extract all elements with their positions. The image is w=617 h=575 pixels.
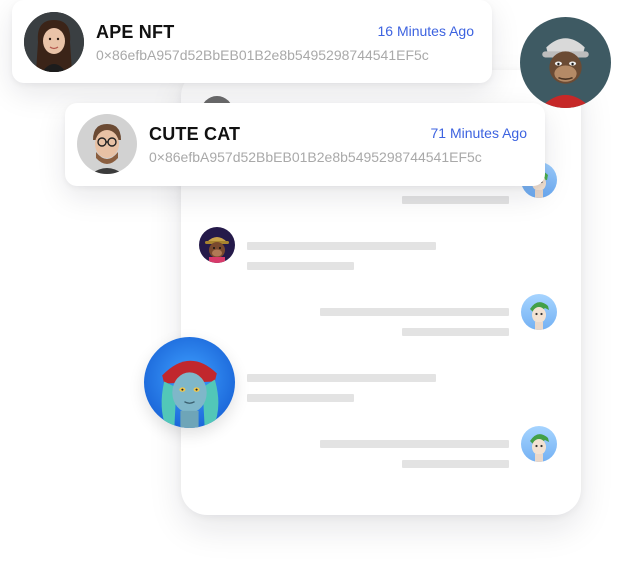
wallet-address: 0×86efbA957d52BbEB01B2e8b5495298744541EF… <box>149 149 482 165</box>
message-placeholder-line <box>247 374 436 382</box>
message-placeholder-line <box>320 308 509 316</box>
message-placeholder-line <box>247 262 354 270</box>
notification-title: CUTE CAT <box>149 124 241 144</box>
message-placeholder-line <box>402 328 509 336</box>
man-glasses-avatar-icon <box>77 114 137 174</box>
monkey-hat-avatar-icon <box>199 227 235 263</box>
notification-card[interactable]: APE NFT 16 Minutes Ago 0×86efbA957d52BbE… <box>12 0 492 83</box>
notification-card[interactable]: CUTE CAT 71 Minutes Ago 0×86efbA957d52Bb… <box>65 103 545 186</box>
green-hair-nft-avatar-icon <box>521 426 557 462</box>
notification-time: 16 Minutes Ago <box>377 23 474 39</box>
bored-ape-avatar-icon <box>520 17 611 108</box>
notification-time: 71 Minutes Ago <box>430 125 527 141</box>
nft-chat-illustration: APE NFT 16 Minutes Ago 0×86efbA957d52BbE… <box>0 0 617 575</box>
notification-title: APE NFT <box>96 22 175 42</box>
message-placeholder-line <box>402 460 509 468</box>
pirate-girl-nft-avatar-icon <box>144 337 235 428</box>
message-placeholder-line <box>402 196 509 204</box>
message-placeholder-line <box>247 394 354 402</box>
green-hair-nft-avatar-icon <box>521 294 557 330</box>
woman-avatar-icon <box>24 12 84 72</box>
message-placeholder-line <box>247 242 436 250</box>
wallet-address: 0×86efbA957d52BbEB01B2e8b5495298744541EF… <box>96 47 429 63</box>
message-placeholder-line <box>320 440 509 448</box>
